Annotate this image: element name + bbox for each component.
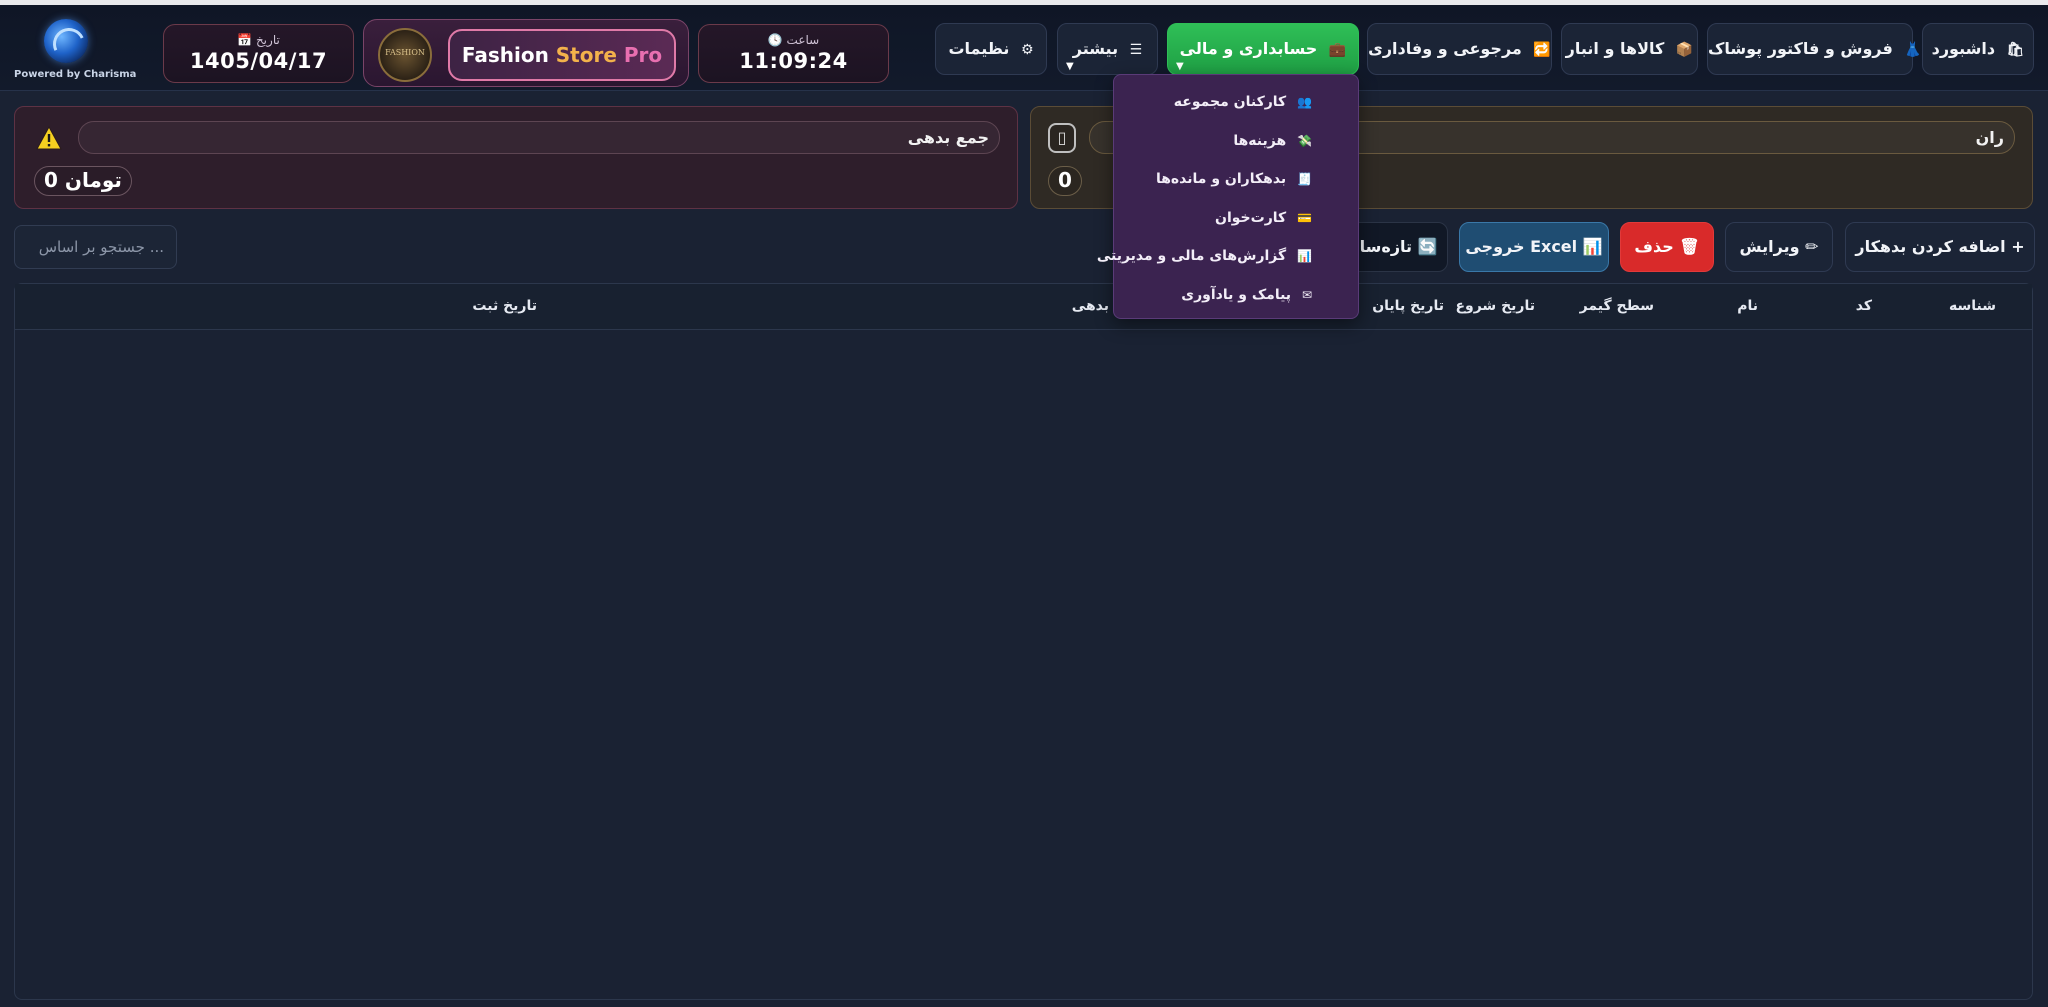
menu-icon: ☰ (1129, 42, 1143, 58)
store-title-word-2: Store (555, 43, 617, 67)
nav-returns[interactable]: مرجوعی و وفاداری 🔁 (1367, 23, 1552, 75)
chevron-down-icon: ▼ (1176, 61, 1184, 72)
date-box: 📅 تاریخ 1405/04/17 (163, 24, 354, 83)
column-header-debt[interactable]: بدهی (1072, 298, 1109, 314)
envelope-icon: ✉ (1301, 288, 1312, 302)
menu-item-staff[interactable]: کارکنان مجموعه 👥 (1174, 94, 1312, 110)
credit-card-icon: 💳 (1297, 211, 1312, 225)
delete-label: حذف (1634, 237, 1674, 256)
column-header-gamer-level[interactable]: سطح گیمر (1580, 298, 1654, 314)
briefcase-icon: 💼 (1328, 42, 1347, 58)
pencil-icon: ✏ (1805, 237, 1819, 256)
store-title: Fashion Store Pro (448, 29, 676, 81)
fashion-logo-icon: FASHION (378, 28, 432, 82)
chevron-down-icon: ▼ (1066, 61, 1074, 72)
debt-total-card: جمع بدهی 0 تومان (14, 106, 1018, 209)
add-debtor-button[interactable]: اضافه کردن بدهکار + (1845, 222, 2035, 272)
powered-by-label: Powered by Charisma (14, 69, 137, 80)
nav-goods[interactable]: کالاها و انبار 📦 (1561, 23, 1698, 75)
gear-icon: ⚙ (1020, 42, 1034, 58)
nav-dashboard[interactable]: داشبورد 🛍 (1922, 23, 2034, 75)
excel-export-button[interactable]: خروجی Excel 📊 (1459, 222, 1609, 272)
nav-accounting[interactable]: حسابداری و مالی 💼 ▼ (1167, 23, 1359, 75)
column-header-id[interactable]: شناسه (1949, 298, 1996, 314)
date-label: 📅 تاریخ (237, 33, 280, 47)
chart-icon: 📊 (1297, 249, 1312, 263)
table-header: شناسه کد نام سطح گیمر تاریخ شروع تاریخ پ… (15, 284, 2032, 330)
nav-settings[interactable]: نظیمات ⚙ (935, 23, 1047, 75)
clock-box: 🕓 ساعت 11:09:24 (698, 24, 889, 83)
column-header-end-date[interactable]: تاریخ پایان (1372, 298, 1444, 314)
brand-logo: Powered by Charisma (14, 19, 137, 80)
edit-label: ویرایش (1739, 237, 1800, 256)
debt-total-value: 0 تومان (34, 166, 132, 196)
menu-item-label: کارکنان مجموعه (1173, 94, 1287, 110)
charisma-logo-icon (44, 19, 88, 63)
search-input[interactable]: جستجو بر اساس ... (14, 225, 177, 269)
plus-icon: + (2011, 237, 2025, 256)
excel-export-label: خروجی Excel (1465, 237, 1578, 256)
add-debtor-label: اضافه کردن بدهکار (1855, 237, 2006, 256)
warning-icon (36, 125, 62, 150)
clock-value: 11:09:24 (739, 49, 848, 73)
dashboard-label: داشبورد (1931, 39, 1996, 58)
chart-icon: 📊 (1582, 237, 1603, 256)
more-label: بیشتر (1072, 39, 1119, 58)
nav-sales[interactable]: فروش و فاکتور پوشاک 👗 (1707, 23, 1922, 75)
store-banner: FASHION Fashion Store Pro (363, 19, 689, 87)
menu-item-label: گزارش‌های مالی و مدیریتی (1096, 248, 1287, 264)
menu-item-expenses[interactable]: هزینه‌ها 💸 (1233, 133, 1312, 149)
returns-label: مرجوعی و وفاداری (1368, 39, 1522, 58)
debt-total-title: جمع بدهی (78, 121, 1000, 154)
refresh-icon: 🔄 (1417, 237, 1438, 256)
dress-icon: 👗 (1904, 42, 1922, 58)
column-header-start-date[interactable]: تاریخ شروع (1455, 298, 1535, 314)
clock-label: 🕓 ساعت (767, 33, 820, 47)
goods-label: کالاها و انبار (1565, 39, 1665, 58)
column-header-name[interactable]: نام (1737, 298, 1758, 314)
menu-item-label: هزینه‌ها (1233, 133, 1287, 149)
nav-more[interactable]: بیشتر ☰ ▼ (1057, 23, 1158, 75)
debtors-count-value: 0 (1048, 166, 1082, 196)
menu-item-debtors[interactable]: بدهکاران و مانده‌ها 🧾 (1156, 171, 1312, 187)
store-title-word-3: Pro (623, 43, 663, 67)
trash-icon: 🗑 (1679, 237, 1700, 256)
box-icon: 📦 (1675, 42, 1694, 58)
menu-item-label: پیامک و یادآوری (1181, 287, 1292, 303)
accounting-label: حسابداری و مالی (1179, 39, 1318, 58)
date-value: 1405/04/17 (189, 49, 328, 73)
money-icon: 💸 (1297, 134, 1312, 148)
store-title-word-1: Fashion (461, 43, 549, 67)
settings-label: نظیمات (948, 39, 1010, 58)
accounting-dropdown-menu: کارکنان مجموعه 👥 هزینه‌ها 💸 بدهکاران و م… (1097, 74, 1359, 319)
refresh-label: تازه‌ساز (1350, 237, 1413, 256)
column-header-code[interactable]: کد (1856, 298, 1872, 314)
menu-item-sms[interactable]: پیامک و یادآوری ✉ (1181, 287, 1312, 303)
column-header-register-date[interactable]: تاریخ ثبت (472, 298, 537, 314)
edit-button[interactable]: ویرایش ✏ (1725, 222, 1833, 272)
sales-label: فروش و فاکتور پوشاک (1708, 39, 1893, 58)
receipt-icon: 🧾 (1297, 172, 1312, 186)
shopping-bag-icon: 🛍 (2006, 42, 2025, 58)
document-icon: ▯ (1048, 123, 1076, 153)
app-header: Powered by Charisma 📅 تاریخ 1405/04/17 F… (0, 5, 2048, 91)
menu-item-card-reader[interactable]: کارت‌خوان 💳 (1215, 210, 1312, 226)
people-icon: 👥 (1297, 95, 1312, 109)
debtors-table: شناسه کد نام سطح گیمر تاریخ شروع تاریخ پ… (14, 283, 2033, 1000)
delete-button[interactable]: حذف 🗑 (1620, 222, 1714, 272)
return-icon: 🔁 (1533, 42, 1551, 58)
menu-item-reports[interactable]: گزارش‌های مالی و مدیریتی 📊 (1097, 248, 1312, 264)
menu-item-label: کارت‌خوان (1215, 210, 1287, 226)
menu-item-label: بدهکاران و مانده‌ها (1155, 171, 1287, 187)
